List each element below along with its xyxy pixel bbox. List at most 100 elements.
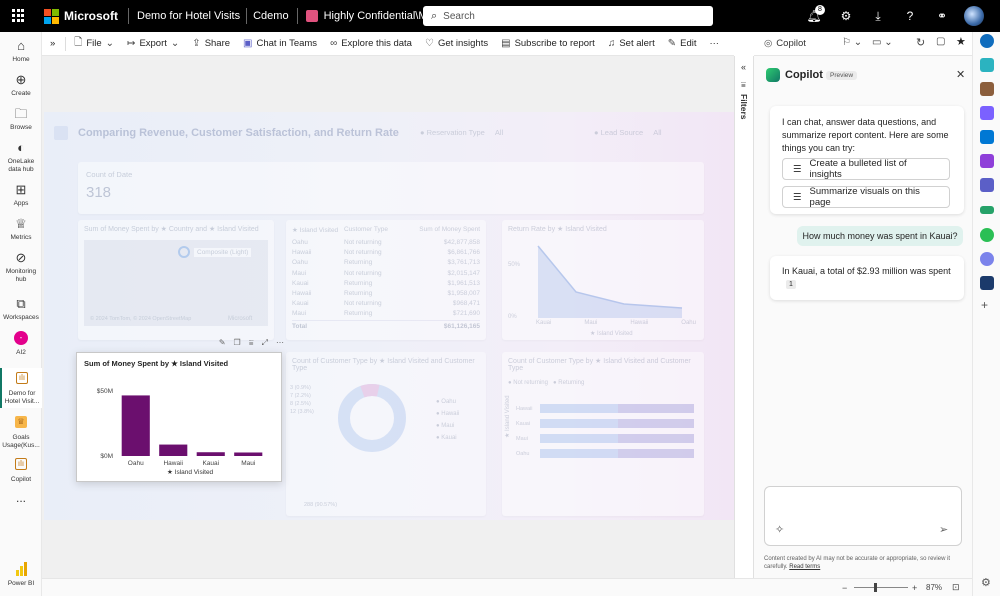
donut-visual[interactable]: Count of Customer Type by ★ Island Visit…: [286, 352, 486, 516]
map-visual[interactable]: Sum of Money Spent by ★ Country and ★ Is…: [78, 220, 274, 340]
edge-add-icon[interactable]: +: [981, 298, 988, 312]
nav-monitoring[interactable]: ⊘ Monitoring hub: [0, 250, 42, 284]
comment-icon[interactable]: ▢: [936, 36, 945, 47]
citation-chip[interactable]: 1: [786, 280, 796, 289]
stacked-bar-row[interactable]: Oahu: [516, 447, 698, 460]
table-header-cell[interactable]: Sum of Money Spent: [406, 226, 480, 234]
share-button[interactable]: ⇪ Share: [192, 38, 230, 49]
edge-outlook-icon[interactable]: [980, 276, 994, 290]
bookmark-icon[interactable]: ⚐ ⌄: [842, 37, 862, 48]
nav-goals-usage[interactable]: ♕ Goals Usage(Kus...: [0, 414, 42, 450]
nav-create[interactable]: ⊕ Create: [0, 72, 42, 98]
help-icon[interactable]: ?: [894, 0, 926, 32]
nav-apps[interactable]: ⊞ Apps: [0, 182, 42, 208]
notifications-icon[interactable]: 🔔︎ 8: [798, 0, 830, 32]
download-icon[interactable]: ⤓: [862, 0, 894, 32]
table-header-cell[interactable]: Customer Type: [344, 226, 406, 234]
more-options-icon[interactable]: ⋯: [276, 338, 284, 350]
bar-hawaii[interactable]: [159, 444, 188, 456]
app-launcher-icon[interactable]: [12, 9, 26, 23]
edge-people-icon[interactable]: [980, 82, 994, 96]
nav-demo-report[interactable]: ılı Demo for Hotel Visit...: [0, 368, 42, 408]
zoom-slider-thumb[interactable]: [874, 583, 877, 592]
nav-ai2[interactable]: - AI2: [0, 330, 42, 357]
settings-gear-icon[interactable]: ⚙: [830, 0, 862, 32]
close-icon[interactable]: ✕: [956, 68, 965, 81]
bar-kauai[interactable]: [196, 452, 225, 456]
more-icon[interactable]: ...: [0, 492, 42, 504]
money-by-island-chart[interactable]: Sum of Money Spent by ★ Island Visited $…: [76, 352, 282, 482]
nav-home[interactable]: ⌂ Home: [0, 38, 42, 64]
chat-in-teams-button[interactable]: ▣ Chat in Teams: [243, 38, 317, 49]
stacked-bar-row[interactable]: Maui: [516, 432, 698, 445]
zoom-out-button[interactable]: −: [842, 583, 847, 593]
nav-workspaces[interactable]: ⧉ Workspaces: [0, 296, 42, 322]
view-icon[interactable]: ▭ ⌄: [872, 37, 893, 48]
edge-drop-icon[interactable]: [980, 206, 994, 214]
edge-spotify-icon[interactable]: [980, 228, 994, 242]
favorite-star-icon[interactable]: ★: [956, 35, 966, 48]
collapse-filters-icon[interactable]: «: [741, 62, 746, 72]
send-icon[interactable]: ➢: [939, 523, 948, 536]
zoom-slider[interactable]: [854, 587, 908, 588]
file-menu[interactable]: 🗋︎ File ⌄: [74, 35, 114, 52]
table-row[interactable]: Kauai Not returning $968,471: [292, 299, 480, 309]
export-menu[interactable]: ↦ Export ⌄: [127, 38, 179, 49]
more-options-button[interactable]: ···: [709, 38, 719, 49]
table-row[interactable]: Oahu Returning $3,761,713: [292, 258, 480, 268]
focus-mode-icon[interactable]: ⤢: [262, 338, 268, 350]
bar-oahu[interactable]: [121, 395, 150, 456]
return-rate-visual[interactable]: Return Rate by ★ Island Visited 50% 0% K…: [502, 220, 704, 340]
filters-pane[interactable]: « ⩸ Filters: [734, 56, 754, 578]
copy-icon[interactable]: ❐: [234, 338, 241, 350]
nav-metrics[interactable]: ♕ Metrics: [0, 216, 42, 242]
pin-icon[interactable]: ✎: [219, 338, 226, 350]
filter-icon[interactable]: ⩸: [249, 338, 254, 350]
stacked-bar-not-returning[interactable]: [540, 449, 618, 458]
stacked-bar-returning[interactable]: [618, 449, 694, 458]
suggestion-summarize-visuals[interactable]: ☰ Summarize visuals on this page: [782, 186, 950, 208]
slicer-reservation-type[interactable]: ● Reservation Type All: [420, 128, 503, 137]
suggestion-bulleted-insights[interactable]: ☰ Create a bulleted list of insights: [782, 158, 950, 180]
avatar[interactable]: [958, 0, 990, 32]
subscribe-button[interactable]: ▤ Subscribe to report: [501, 38, 595, 49]
stacked-bar-returning[interactable]: [618, 434, 694, 443]
stacked-bar-row[interactable]: Hawaii: [516, 402, 698, 415]
nav-copilot-report[interactable]: ılı Copilot: [0, 456, 42, 484]
bar-maui[interactable]: [234, 452, 263, 456]
search-input[interactable]: ⌕ Search: [423, 6, 713, 26]
edit-button[interactable]: ✎ Edit: [668, 38, 697, 49]
read-terms-link[interactable]: Read terms: [789, 564, 820, 570]
table-row[interactable]: Maui Returning $721,690: [292, 309, 480, 319]
edge-search-icon[interactable]: [980, 34, 994, 48]
stacked-bar-returning[interactable]: [618, 404, 694, 413]
slicer-lead-source[interactable]: ● Lead Source All: [594, 128, 662, 137]
refresh-icon[interactable]: ↻: [916, 36, 925, 49]
edge-games-icon[interactable]: [980, 106, 994, 120]
table-row[interactable]: Maui Not returning $2,015,147: [292, 269, 480, 279]
copilot-tab[interactable]: ◎ Copilot: [764, 38, 806, 49]
stacked-bar-not-returning[interactable]: [540, 434, 618, 443]
fit-page-icon[interactable]: ⊡: [952, 582, 960, 593]
copilot-prompt-input[interactable]: ✧ ➢: [764, 486, 962, 546]
set-alert-button[interactable]: ♫ Set alert: [608, 38, 655, 49]
expand-nav-icon[interactable]: »: [50, 38, 55, 49]
table-header-cell[interactable]: ★ Island Visited: [292, 226, 344, 234]
count-of-date-card[interactable]: Count of Date 318: [78, 162, 704, 214]
table-row[interactable]: Hawaii Not returning $6,861,766: [292, 248, 480, 258]
stacked-bar-visual[interactable]: Count of Customer Type by ★ Island Visit…: [502, 352, 704, 516]
share-network-icon[interactable]: ⚭: [926, 0, 958, 32]
nav-powerbi[interactable]: Power BI: [0, 562, 42, 588]
nav-onelake[interactable]: ◐ OneLake data hub: [0, 140, 42, 174]
table-row[interactable]: Kauai Returning $1,961,513: [292, 279, 480, 289]
table-row[interactable]: Hawaii Returning $1,958,007: [292, 289, 480, 299]
report-name[interactable]: Demo for Hotel Visits: [137, 10, 240, 22]
stacked-bar-row[interactable]: Kauai: [516, 417, 698, 430]
edge-tools-icon[interactable]: [980, 154, 994, 168]
edge-office-icon[interactable]: [980, 130, 994, 144]
edge-tag-icon[interactable]: [980, 58, 994, 72]
table-visual[interactable]: ★ Island Visited Customer Type Sum of Mone…: [286, 220, 486, 340]
edge-teams-icon[interactable]: [980, 178, 994, 192]
edge-settings-gear-icon[interactable]: ⚙: [981, 576, 991, 589]
stacked-bar-not-returning[interactable]: [540, 404, 618, 413]
